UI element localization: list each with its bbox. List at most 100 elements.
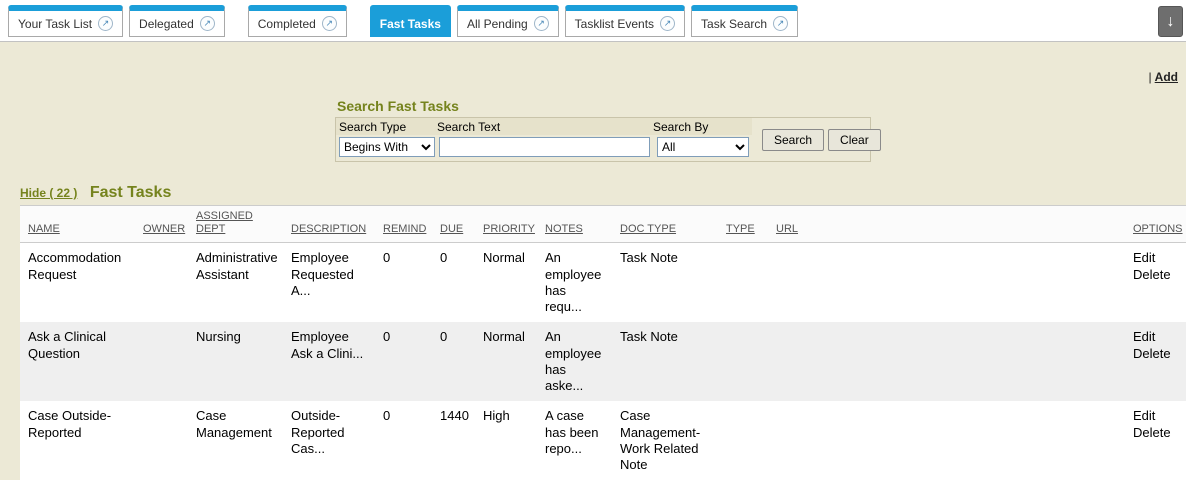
cell-notes: An employee has requ...	[537, 243, 612, 322]
search-text-label: Search Text	[437, 120, 653, 134]
tab-tasklist-events[interactable]: Tasklist Events ↗	[565, 5, 685, 37]
col-header-assigned-dept[interactable]: ASSIGNED DEPT	[188, 206, 283, 242]
fast-tasks-table: NAME OWNER ASSIGNED DEPT DESCRIPTION REM…	[20, 205, 1186, 480]
list-title: Fast Tasks	[90, 184, 172, 201]
col-header-options[interactable]: OPTIONS	[1125, 219, 1186, 242]
col-header-name[interactable]: NAME	[20, 219, 135, 242]
tab-label: Tasklist Events	[575, 17, 654, 31]
cell-owner	[135, 401, 188, 480]
cell-notes: An employee has aske...	[537, 322, 612, 401]
col-header-doc-type[interactable]: DOC TYPE	[612, 219, 718, 242]
tab-all-pending[interactable]: All Pending ↗	[457, 5, 559, 37]
edit-link[interactable]: Edit	[1133, 250, 1178, 266]
cell-priority: Normal	[475, 243, 537, 322]
cell-assigned-dept: Nursing	[188, 322, 283, 401]
add-row: |Add	[0, 42, 1186, 84]
cell-remind: 0	[375, 322, 432, 401]
cell-doc-type: Case Management-Work Related Note	[612, 401, 718, 480]
tab-label: All Pending	[467, 17, 528, 31]
cell-name: Ask a Clinical Question	[20, 322, 135, 401]
col-header-notes[interactable]: NOTES	[537, 219, 612, 242]
fast-task-row: Ask a Clinical Question Nursing Employee…	[20, 322, 1186, 401]
cell-options: Edit Delete	[1125, 322, 1186, 401]
cell-options: Edit Delete	[1125, 401, 1186, 480]
tab-scroll-down-button[interactable]: ↓	[1158, 6, 1183, 37]
search-by-select[interactable]: All	[657, 137, 749, 157]
col-header-url[interactable]: URL	[768, 219, 1125, 242]
cell-doc-type: Task Note	[612, 243, 718, 322]
tab-delegated[interactable]: Delegated ↗	[129, 5, 225, 37]
edit-link[interactable]: Edit	[1133, 408, 1178, 424]
cell-owner	[135, 243, 188, 322]
divider: |	[1149, 70, 1152, 84]
cell-type	[718, 322, 768, 401]
cell-url	[768, 322, 1125, 401]
add-link[interactable]: Add	[1155, 70, 1178, 84]
col-header-due[interactable]: DUE	[432, 219, 475, 242]
open-in-new-icon[interactable]: ↗	[322, 16, 337, 31]
cell-doc-type: Task Note	[612, 322, 718, 401]
tab-your-task-list[interactable]: Your Task List ↗	[8, 5, 123, 37]
delete-link[interactable]: Delete	[1133, 346, 1178, 362]
cell-due: 0	[432, 322, 475, 401]
delete-link[interactable]: Delete	[1133, 267, 1178, 283]
cell-priority: High	[475, 401, 537, 480]
table-header-row: NAME OWNER ASSIGNED DEPT DESCRIPTION REM…	[20, 205, 1186, 243]
search-type-label: Search Type	[336, 120, 437, 134]
fast-task-row: Accommodation Request Administrative Ass…	[20, 243, 1186, 322]
list-header: Hide ( 22 ) Fast Tasks	[20, 184, 1186, 202]
clear-button[interactable]: Clear	[828, 129, 881, 151]
cell-due: 1440	[432, 401, 475, 480]
edit-link[interactable]: Edit	[1133, 329, 1178, 345]
tab-label: Delegated	[139, 17, 194, 31]
tab-completed[interactable]: Completed ↗	[248, 5, 347, 37]
cell-assigned-dept: Case Management	[188, 401, 283, 480]
open-in-new-icon[interactable]: ↗	[660, 16, 675, 31]
search-section: Search Fast Tasks Search Type Search Tex…	[335, 98, 875, 162]
col-header-priority[interactable]: PRIORITY	[475, 219, 537, 242]
delete-link[interactable]: Delete	[1133, 425, 1178, 441]
search-title: Search Fast Tasks	[337, 98, 875, 114]
cell-remind: 0	[375, 401, 432, 480]
search-text-input[interactable]	[439, 137, 650, 157]
tab-label: Fast Tasks	[380, 17, 441, 31]
cell-description: Employee Requested A...	[283, 243, 375, 322]
hide-count-link[interactable]: Hide ( 22 )	[20, 186, 77, 200]
col-header-owner[interactable]: OWNER	[135, 219, 188, 242]
fast-task-row: Case Outside-Reported Case Management Ou…	[20, 401, 1186, 480]
col-header-remind[interactable]: REMIND	[375, 219, 432, 242]
open-in-new-icon[interactable]: ↗	[200, 16, 215, 31]
cell-priority: Normal	[475, 322, 537, 401]
cell-description: Outside-Reported Cas...	[283, 401, 375, 480]
search-buttons: Search Clear	[762, 129, 881, 151]
search-by-label: Search By	[653, 120, 748, 134]
cell-remind: 0	[375, 243, 432, 322]
col-header-type[interactable]: TYPE	[718, 219, 768, 242]
cell-notes: A case has been repo...	[537, 401, 612, 480]
search-labels-row: Search Type Search Text Search By	[336, 118, 752, 135]
open-in-new-icon[interactable]: ↗	[98, 16, 113, 31]
cell-type	[718, 243, 768, 322]
cell-owner	[135, 322, 188, 401]
cell-description: Employee Ask a Clini...	[283, 322, 375, 401]
tab-bar: Your Task List ↗ Delegated ↗ Completed ↗…	[0, 0, 1186, 42]
tab-label: Task Search	[701, 17, 767, 31]
tab-label: Your Task List	[18, 17, 92, 31]
cell-url	[768, 243, 1125, 322]
cell-name: Accommodation Request	[20, 243, 135, 322]
tab-task-search[interactable]: Task Search ↗	[691, 5, 798, 37]
search-button[interactable]: Search	[762, 129, 824, 151]
col-header-description[interactable]: DESCRIPTION	[283, 219, 375, 242]
search-fields: Search Type Search Text Search By Begins…	[336, 118, 752, 161]
search-box: Search Type Search Text Search By Begins…	[335, 117, 871, 162]
cell-url	[768, 401, 1125, 480]
search-type-select[interactable]: Begins With	[339, 137, 435, 157]
cell-options: Edit Delete	[1125, 243, 1186, 322]
arrow-down-icon: ↓	[1167, 13, 1175, 31]
tab-label: Completed	[258, 17, 316, 31]
cell-name: Case Outside-Reported	[20, 401, 135, 480]
tab-fast-tasks[interactable]: Fast Tasks	[370, 5, 451, 37]
cell-assigned-dept: Administrative Assistant	[188, 243, 283, 322]
open-in-new-icon[interactable]: ↗	[773, 16, 788, 31]
open-in-new-icon[interactable]: ↗	[534, 16, 549, 31]
